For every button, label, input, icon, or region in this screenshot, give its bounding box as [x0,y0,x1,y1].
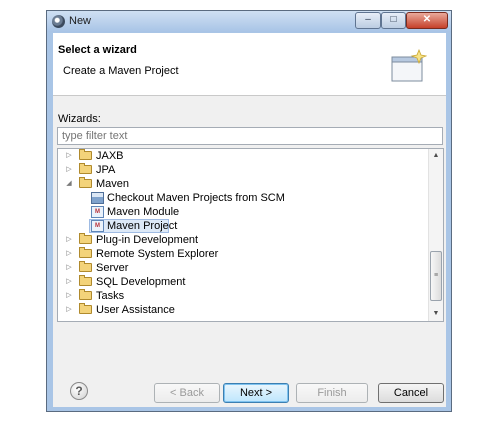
dialog-content: Select a wizard Create a Maven Project W… [53,33,446,407]
cancel-button[interactable]: Cancel [378,383,444,403]
folder-icon [79,233,92,244]
tree-item-label: Maven Module [107,206,180,218]
window-title: New [69,15,92,27]
filter-input[interactable] [57,127,443,145]
expand-arrow-icon[interactable]: ▷ [64,247,74,261]
folder-icon [79,149,92,160]
folder-icon [79,275,92,286]
eclipse-icon [52,15,65,28]
tree-item-label: Server [96,262,129,274]
tree-item-label: JAXB [96,150,124,162]
folder-icon [79,247,92,258]
tree-item-label: Maven Project [107,220,178,232]
tree-item-label: Remote System Explorer [96,248,219,260]
back-button[interactable]: < Back [154,383,220,403]
tree-item-label: SQL Development [96,276,186,288]
folder-open-icon [79,177,92,188]
next-button[interactable]: Next > [223,383,289,403]
expand-arrow-icon[interactable]: ▷ [64,289,74,303]
tree-item-label: Tasks [96,290,125,302]
maximize-button[interactable]: □ [381,12,406,29]
minimize-button[interactable]: ‒ [355,12,381,29]
maven-icon: M [91,206,104,218]
checkout-icon [91,192,104,204]
tree-item-label: Checkout Maven Projects from SCM [107,192,285,204]
finish-button[interactable]: Finish [296,383,368,403]
folder-icon [79,289,92,300]
close-button[interactable]: ✕ [406,12,448,29]
tree-item-label: User Assistance [96,304,175,316]
wizard-tree[interactable]: ▷ JAXB ▷ JPA ◢ Maven Checkout Maven Proj… [57,148,444,322]
expand-arrow-icon[interactable]: ▷ [64,233,74,247]
collapse-arrow-icon[interactable]: ◢ [64,177,74,191]
wizard-banner: Select a wizard Create a Maven Project [53,33,446,96]
scroll-up-arrow-icon[interactable]: ▲ [429,149,443,163]
folder-icon [79,261,92,272]
wizards-label: Wizards: [58,113,101,125]
folder-icon [79,303,92,314]
tree-scrollbar[interactable]: ▲ ≡ ▼ [428,149,443,321]
expand-arrow-icon[interactable]: ▷ [64,261,74,275]
expand-arrow-icon[interactable]: ▷ [64,303,74,317]
expand-arrow-icon[interactable]: ▷ [64,149,74,163]
help-button[interactable]: ? [70,382,88,400]
tree-item-label: Plug-in Development [96,234,199,246]
wizard-banner-icon [391,49,427,82]
maven-icon: M [91,220,104,232]
tree-item-label: JPA [96,164,116,176]
scroll-down-arrow-icon[interactable]: ▼ [429,307,443,321]
banner-title: Select a wizard [58,44,137,56]
banner-description: Create a Maven Project [63,65,179,77]
wizard-window: New ‒ □ ✕ Select a wizard Create a Maven… [46,10,452,412]
folder-icon [79,163,92,174]
title-bar[interactable]: New ‒ □ ✕ [47,11,451,32]
expand-arrow-icon[interactable]: ▷ [64,275,74,289]
tree-item-label: Maven [96,178,130,190]
scroll-thumb[interactable]: ≡ [430,251,442,301]
expand-arrow-icon[interactable]: ▷ [64,163,74,177]
